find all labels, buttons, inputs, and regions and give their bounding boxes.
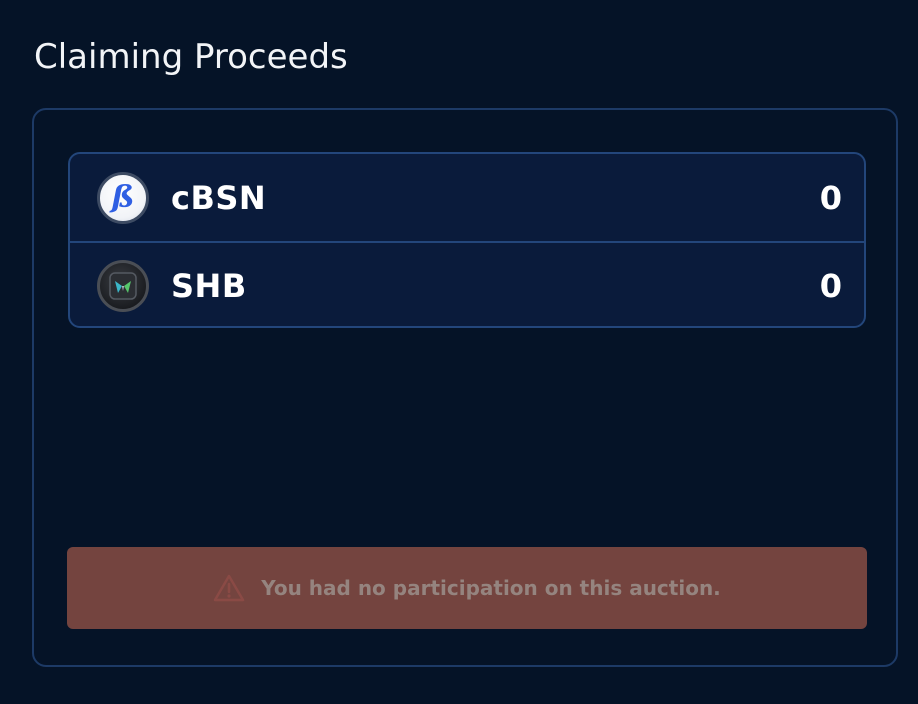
token-symbol: cBSN	[171, 178, 267, 217]
token-row-shb: SHB 0	[70, 241, 864, 326]
token-amount: 0	[819, 178, 842, 217]
token-row-cbsn: ß cBSN 0	[70, 154, 864, 241]
shb-logo-mark	[109, 271, 137, 300]
page-title: Claiming Proceeds	[34, 37, 348, 77]
token-symbol: SHB	[171, 266, 247, 305]
cbsn-logo-icon: ß	[97, 171, 149, 224]
token-proceeds-list: ß cBSN 0 SHB 0	[68, 152, 866, 328]
page: Claiming Proceeds ß cBSN 0 SHB 0 You had…	[0, 0, 918, 704]
warning-triangle-icon	[213, 574, 245, 602]
shb-logo-icon	[97, 259, 149, 312]
cbsn-logo-glyph: ß	[111, 180, 135, 215]
token-amount: 0	[819, 266, 842, 305]
no-participation-alert: You had no participation on this auction…	[67, 547, 867, 629]
alert-message: You had no participation on this auction…	[261, 576, 721, 600]
claiming-proceeds-panel: ß cBSN 0 SHB 0 You had no participation …	[32, 108, 898, 667]
